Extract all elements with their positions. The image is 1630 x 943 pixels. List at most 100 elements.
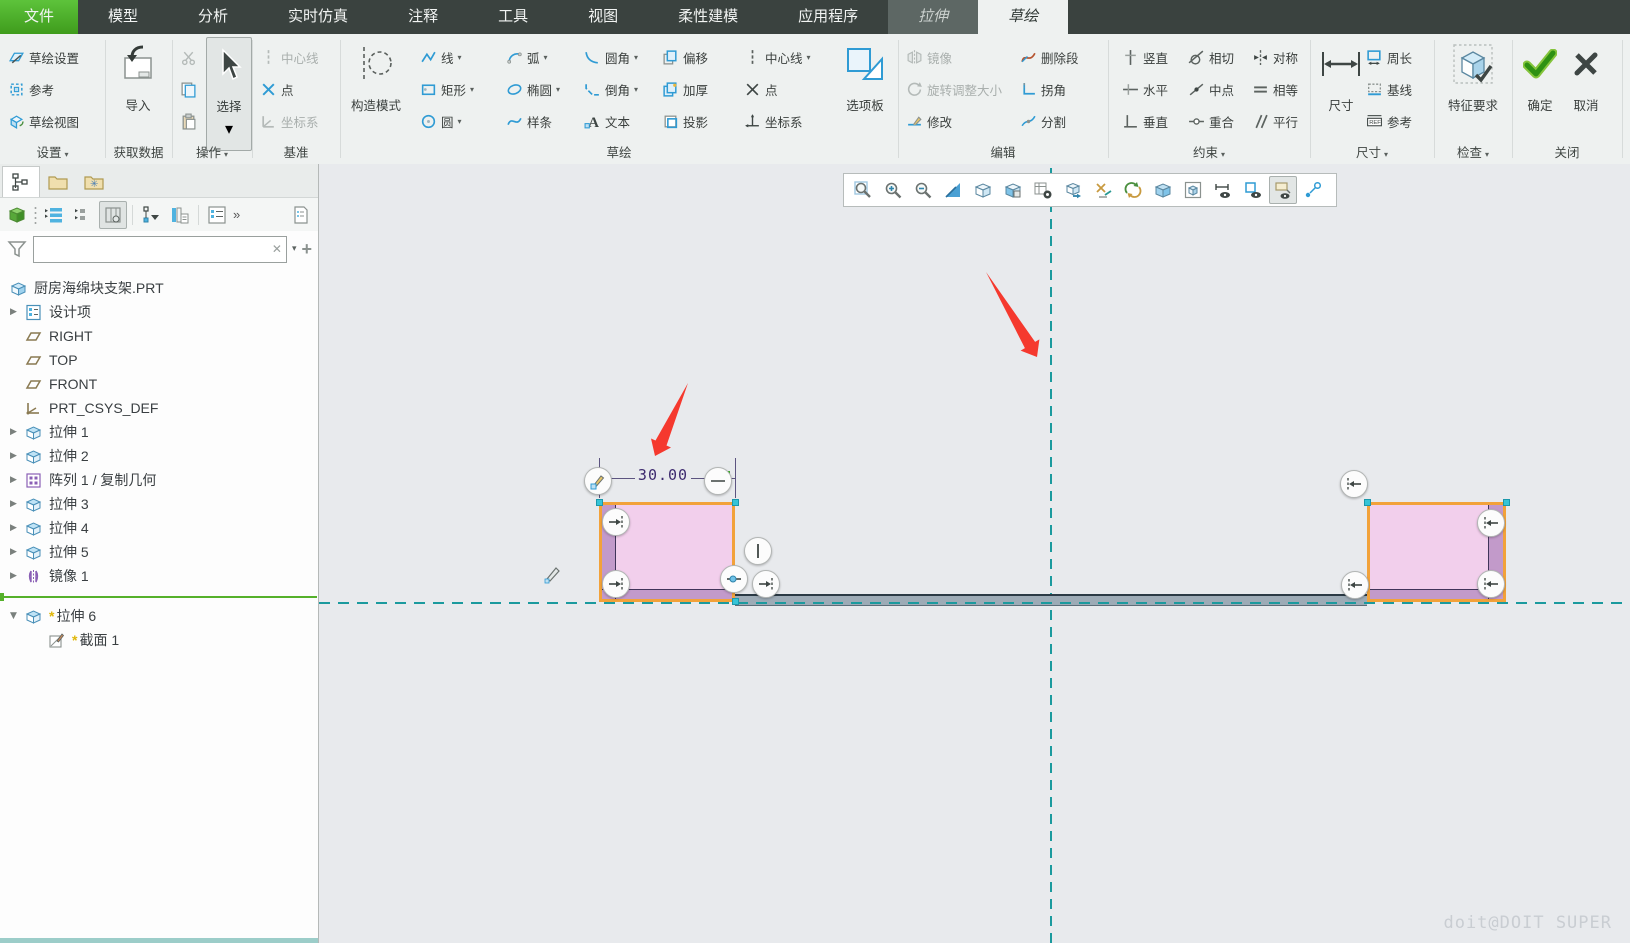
cancel-button[interactable]: 取消 xyxy=(1564,37,1608,149)
tree-collapse-button[interactable] xyxy=(70,202,96,228)
datum-point-button[interactable]: 点 xyxy=(260,76,294,102)
feature-requirements-button[interactable]: 特征要求 xyxy=(1442,37,1504,149)
reference-dim-button[interactable]: REF 参考 xyxy=(1366,108,1412,134)
import-button[interactable]: 导入 xyxy=(112,37,164,149)
datum-csys-button[interactable]: 坐标系 xyxy=(260,108,319,134)
expand-arrow[interactable]: ▶ xyxy=(10,451,25,461)
tree-item-plane-top[interactable]: TOP xyxy=(0,348,317,372)
group-label-setup[interactable]: 设置 ▾ xyxy=(0,142,105,161)
sketch-canvas[interactable]: 30.00 doit@DOIT SUPER xyxy=(319,164,1630,943)
tree-search-input[interactable] xyxy=(34,238,286,260)
rectangle-button[interactable]: 矩形 ▾ xyxy=(420,76,474,102)
chamfer-dropdown-caret[interactable]: ▾ xyxy=(634,85,638,94)
perimeter-button[interactable]: 周长 xyxy=(1366,44,1412,70)
modify-button[interactable]: 修改 xyxy=(906,108,952,134)
select-button[interactable]: 选择 ▾ xyxy=(206,37,252,151)
vertex-dot[interactable] xyxy=(596,499,603,506)
constraint-horizontal-button[interactable]: 水平 xyxy=(1122,76,1168,102)
spline-button[interactable]: 样条 xyxy=(506,108,552,134)
datum-centerline-button[interactable]: 中心线 xyxy=(260,44,319,70)
constraint-parallel-button[interactable]: 平行 xyxy=(1252,108,1298,134)
symmetry-constraint-badge[interactable] xyxy=(1340,470,1368,498)
rotate-resize-button[interactable]: 旋转调整大小 xyxy=(906,76,1002,102)
line-button[interactable]: 线 ▾ xyxy=(420,44,462,70)
constraint-coincident-button[interactable]: 重合 xyxy=(1188,108,1234,134)
group-label-constrain[interactable]: 约束 ▾ xyxy=(1108,142,1310,161)
group-label-inspect[interactable]: 检查 ▾ xyxy=(1434,142,1512,161)
vertical-centerline[interactable] xyxy=(1050,168,1052,943)
corner-button[interactable]: 拐角 xyxy=(1020,76,1066,102)
offset-button[interactable]: 偏移 xyxy=(662,44,708,70)
tree-settings-button[interactable] xyxy=(204,202,230,228)
palette-button[interactable]: 选项板 xyxy=(838,37,892,149)
tab-view[interactable]: 视图 xyxy=(558,0,648,34)
circle-dropdown-caret[interactable]: ▾ xyxy=(458,117,462,126)
expand-arrow[interactable]: ▶ xyxy=(10,571,25,581)
annotation-display-button[interactable] xyxy=(1269,176,1297,204)
tree-item-section-1[interactable]: * 截面 1 xyxy=(0,628,317,652)
expand-arrow[interactable]: ▶ xyxy=(10,499,25,509)
arc-button[interactable]: 弧 ▾ xyxy=(506,44,548,70)
collapse-arrow[interactable]: ▼ xyxy=(10,611,25,621)
search-options-caret[interactable]: ▾ xyxy=(292,244,297,254)
tab-extrude-context[interactable]: 拉伸 xyxy=(888,0,979,34)
tree-item-extrude-2[interactable]: ▶ 拉伸 2 xyxy=(0,444,317,468)
sketch-orientation-button[interactable] xyxy=(1119,176,1147,204)
symmetry-constraint-badge[interactable] xyxy=(1477,509,1505,537)
arc-dropdown-caret[interactable]: ▾ xyxy=(544,53,548,62)
mirror-button[interactable]: 镜像 xyxy=(906,44,952,70)
sketch-centerline-button[interactable]: 中心线 ▾ xyxy=(744,44,811,70)
tab-annotate[interactable]: 注释 xyxy=(378,0,468,34)
paste-button[interactable] xyxy=(180,108,197,134)
tree-item-design-items[interactable]: ▶ 设计项 xyxy=(0,300,317,324)
tree-filter-button[interactable] xyxy=(138,202,164,228)
sketch-csys-button[interactable]: 坐标系 xyxy=(744,108,803,134)
symmetry-constraint-badge[interactable] xyxy=(1341,571,1369,599)
expand-arrow[interactable]: ▶ xyxy=(10,307,25,317)
constraint-symmetric-button[interactable]: 对称 xyxy=(1252,44,1298,70)
constraint-equal-button[interactable]: 相等 xyxy=(1252,76,1298,102)
vertical-constraint-badge[interactable] xyxy=(744,537,772,565)
expand-arrow[interactable]: ▶ xyxy=(10,547,25,557)
vertex-dot[interactable] xyxy=(1364,499,1371,506)
tree-item-plane-front[interactable]: FRONT xyxy=(0,372,317,396)
tab-live-simulation[interactable]: 实时仿真 xyxy=(258,0,378,34)
favorites-folder-tab[interactable]: ✳ xyxy=(76,167,112,197)
symmetry-constraint-badge[interactable] xyxy=(1477,570,1505,598)
tab-analysis[interactable]: 分析 xyxy=(168,0,258,34)
symmetry-constraint-badge[interactable] xyxy=(602,570,630,598)
group-label-operations[interactable]: 操作 ▾ xyxy=(172,142,252,161)
tree-expand-settings-button[interactable] xyxy=(41,202,67,228)
tree-item-extrude-4[interactable]: ▶ 拉伸 4 xyxy=(0,516,317,540)
vertex-dot[interactable] xyxy=(1503,499,1510,506)
expand-arrow[interactable]: ▶ xyxy=(10,427,25,437)
tree-item-mirror-1[interactable]: ▶ 镜像 1 xyxy=(0,564,317,588)
repaint-button[interactable] xyxy=(939,176,967,204)
ellipse-button[interactable]: 椭圆 ▾ xyxy=(506,76,560,102)
text-button[interactable]: A 文本 xyxy=(584,108,630,134)
datum-display-button[interactable] xyxy=(1089,176,1117,204)
folder-browser-tab[interactable] xyxy=(40,167,76,197)
cut-button[interactable] xyxy=(180,44,197,70)
ellipse-dropdown-caret[interactable]: ▾ xyxy=(556,85,560,94)
group-label-dimension[interactable]: 尺寸 ▾ xyxy=(1310,142,1434,161)
weak-dimension-badge[interactable] xyxy=(704,467,732,495)
tree-notes-button[interactable] xyxy=(288,202,314,228)
zoom-in-button[interactable] xyxy=(879,176,907,204)
tab-model[interactable]: 模型 xyxy=(78,0,168,34)
constraint-tangent-button[interactable]: 相切 xyxy=(1188,44,1234,70)
display-style-button[interactable] xyxy=(969,176,997,204)
insert-here-separator[interactable] xyxy=(0,593,317,601)
tab-applications[interactable]: 应用程序 xyxy=(768,0,888,34)
add-filter-button[interactable]: + xyxy=(301,239,312,260)
tab-sketch-active[interactable]: 草绘 xyxy=(978,0,1069,34)
rectangle-dropdown-caret[interactable]: ▾ xyxy=(470,85,474,94)
clear-search-icon[interactable]: ✕ xyxy=(272,242,282,256)
construction-mode-button[interactable]: 构造模式 xyxy=(348,37,404,149)
sketch-setup-button[interactable]: 草绘设置 xyxy=(8,44,79,70)
expand-arrow[interactable]: ▶ xyxy=(10,523,25,533)
tree-item-extrude-5[interactable]: ▶ 拉伸 5 xyxy=(0,540,317,564)
vertex-dot[interactable] xyxy=(732,598,739,605)
saved-views-capture-button[interactable] xyxy=(1029,176,1057,204)
tree-item-extrude-6-active[interactable]: ▼ * 拉伸 6 xyxy=(0,604,317,628)
